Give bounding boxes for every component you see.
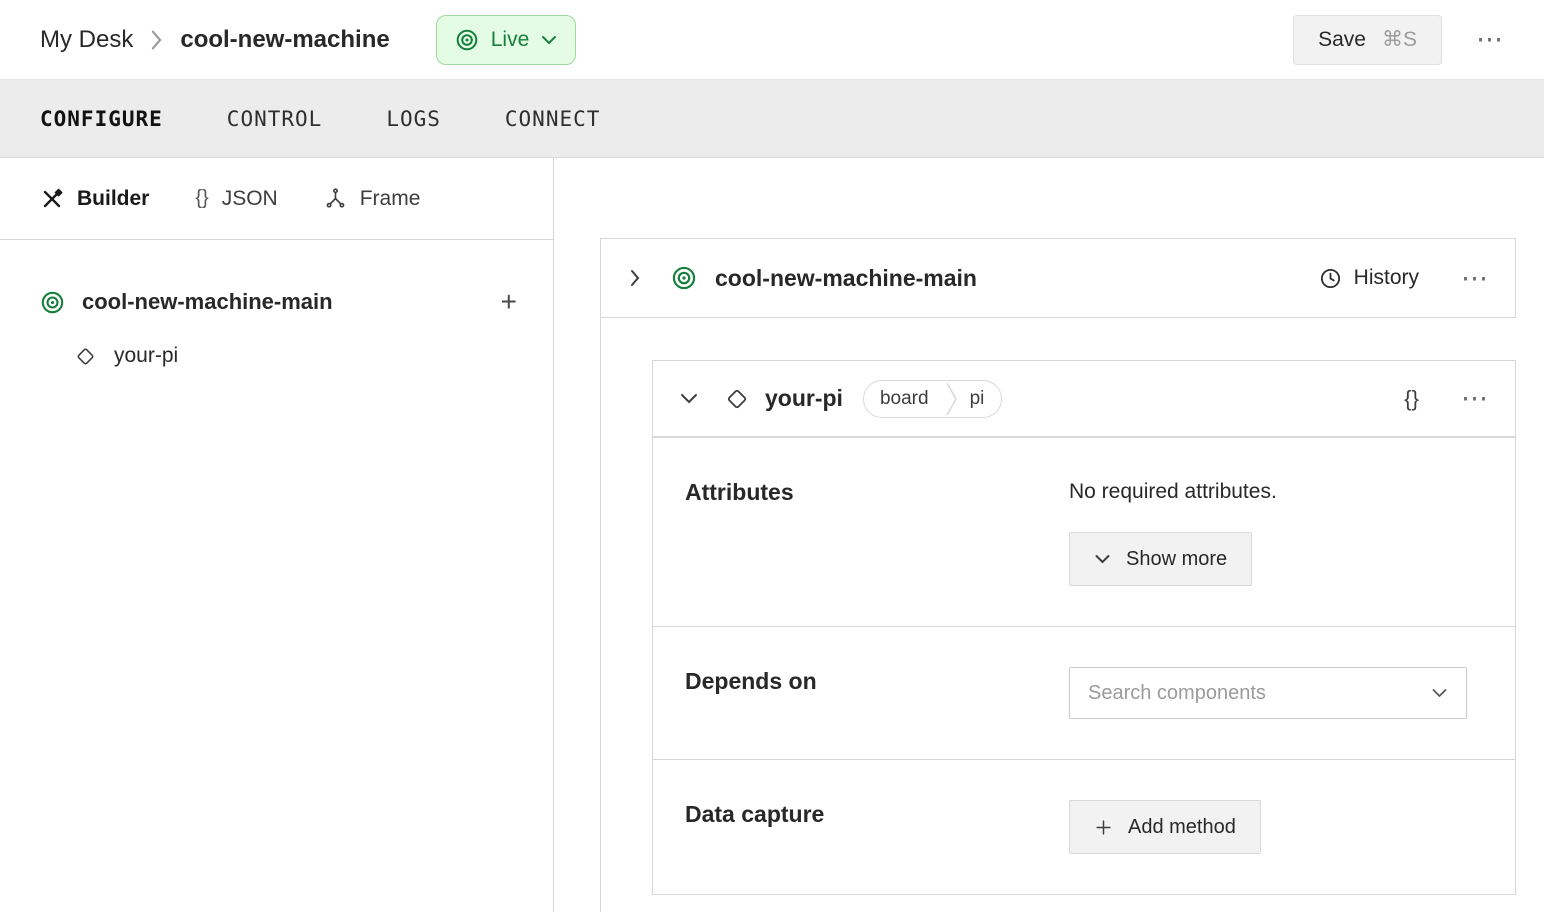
tools-icon	[40, 187, 64, 211]
top-header: My Desk cool-new-machine Live Save ⌘S ⋯	[0, 0, 1544, 80]
chevron-down-icon	[541, 34, 557, 46]
badge-separator-icon	[945, 381, 958, 417]
component-title: your-pi	[765, 385, 843, 411]
machine-card-title: cool-new-machine-main	[715, 264, 977, 291]
depends-on-row: Depends on Search components	[653, 626, 1515, 759]
live-target-icon	[455, 28, 479, 52]
collapse-chevron-down-icon[interactable]	[679, 392, 699, 406]
history-button[interactable]: History	[1319, 266, 1419, 290]
tab-logs[interactable]: LOGS	[386, 107, 441, 131]
main-tabbar: CONFIGURE CONTROL LOGS CONNECT	[0, 80, 1544, 158]
expand-chevron-right-icon[interactable]	[627, 268, 643, 288]
save-shortcut: ⌘S	[1381, 28, 1417, 51]
tab-control[interactable]: CONTROL	[227, 107, 323, 131]
mode-frame[interactable]: Frame	[324, 186, 421, 211]
depends-on-select[interactable]: Search components	[1069, 667, 1467, 719]
badge-model: pi	[969, 387, 985, 409]
breadcrumb-current: cool-new-machine	[180, 25, 390, 53]
component-json-toggle[interactable]: {}	[1404, 386, 1419, 412]
breadcrumb-separator-icon	[149, 28, 164, 52]
machine-part-tree: cool-new-machine-main + your-pi	[0, 240, 553, 382]
component-diamond-icon	[75, 346, 96, 367]
live-status-dropdown[interactable]: Live	[435, 14, 577, 65]
configure-sidebar: Builder {} JSON Frame cool-new-machine-m…	[0, 158, 554, 912]
attributes-label: Attributes	[685, 479, 794, 505]
data-capture-label: Data capture	[685, 801, 825, 827]
attributes-content: No required attributes. Show more	[1069, 478, 1277, 586]
tree-item-machine-main[interactable]: cool-new-machine-main +	[0, 276, 553, 328]
nesting-guide-line	[600, 318, 601, 912]
attributes-row: Attributes No required attributes. Show …	[653, 437, 1515, 626]
depends-on-label: Depends on	[685, 668, 817, 694]
tree-item-your-pi[interactable]: your-pi	[0, 330, 553, 382]
history-label: History	[1353, 266, 1419, 289]
mode-json-label: JSON	[221, 186, 278, 210]
depends-on-placeholder: Search components	[1088, 681, 1266, 704]
component-card-your-pi: your-pi board pi {} ⋯ Attributes No requ…	[652, 360, 1516, 895]
header-more-menu[interactable]: ⋯	[1476, 24, 1504, 55]
badge-type: board	[879, 387, 929, 409]
mode-json[interactable]: {} JSON	[195, 187, 277, 211]
mode-builder-label: Builder	[77, 186, 150, 210]
add-component-button[interactable]: +	[501, 288, 517, 316]
tree-component-label: your-pi	[114, 344, 179, 367]
save-button[interactable]: Save ⌘S	[1293, 14, 1442, 65]
attributes-empty-text: No required attributes.	[1069, 480, 1277, 503]
braces-icon: {}	[195, 187, 209, 209]
machine-card-more-menu[interactable]: ⋯	[1461, 263, 1489, 294]
live-label: Live	[490, 27, 530, 51]
machine-part-card: cool-new-machine-main History ⋯	[600, 238, 1516, 318]
breadcrumb-root-link[interactable]: My Desk	[40, 26, 133, 54]
breadcrumb: My Desk cool-new-machine	[40, 26, 390, 54]
component-type-badge: board pi	[862, 379, 1003, 418]
component-diamond-icon	[725, 387, 749, 411]
show-more-label: Show more	[1126, 547, 1228, 570]
tab-configure[interactable]: CONFIGURE	[40, 107, 163, 131]
machine-target-icon	[671, 265, 697, 291]
save-label: Save	[1318, 27, 1366, 51]
add-method-button[interactable]: Add method	[1069, 800, 1261, 854]
view-mode-toolbar: Builder {} JSON Frame	[0, 158, 553, 240]
add-method-label: Add method	[1128, 815, 1236, 838]
mode-frame-label: Frame	[359, 186, 421, 210]
tab-connect[interactable]: CONNECT	[505, 107, 601, 131]
mode-builder[interactable]: Builder	[40, 187, 149, 211]
tree-machine-label: cool-new-machine-main	[82, 289, 333, 314]
frame-axes-icon	[324, 187, 347, 210]
show-more-button[interactable]: Show more	[1069, 532, 1253, 586]
component-card-header: your-pi board pi {} ⋯	[653, 361, 1515, 437]
data-capture-row: Data capture Add method	[653, 759, 1515, 894]
component-more-menu[interactable]: ⋯	[1461, 383, 1489, 414]
machine-target-icon	[40, 290, 65, 315]
configure-main-panel: cool-new-machine-main History ⋯ your-pi …	[554, 158, 1544, 912]
